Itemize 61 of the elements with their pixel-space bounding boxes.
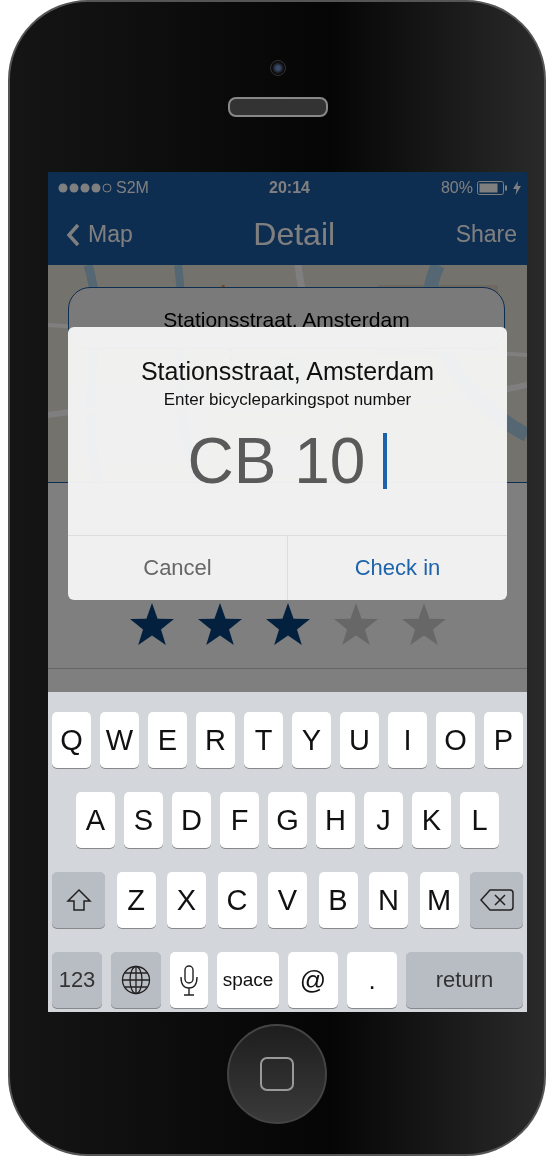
page-title: Detail <box>253 216 336 253</box>
letter-key[interactable]: O <box>436 712 475 768</box>
letter-key[interactable]: I <box>388 712 427 768</box>
letter-key[interactable]: G <box>268 792 307 848</box>
dialog-message: Enter bicycleparkingspot number <box>163 390 412 410</box>
symbol-key[interactable]: @ <box>288 952 338 1008</box>
filled-star-icon <box>128 602 175 646</box>
symbol-key[interactable]: . <box>347 952 397 1008</box>
chevron-left-icon <box>66 222 80 247</box>
letter-key[interactable]: H <box>316 792 355 848</box>
shift-arrow-icon <box>65 888 92 912</box>
status-time: 20:14 <box>269 179 310 197</box>
letter-key[interactable]: B <box>318 872 358 928</box>
delete-key[interactable] <box>470 872 523 928</box>
letter-key[interactable]: F <box>220 792 259 848</box>
letter-key[interactable]: E <box>148 712 187 768</box>
delete-icon <box>479 888 514 912</box>
globe-key[interactable] <box>111 952 161 1008</box>
cancel-button[interactable]: Cancel <box>68 536 288 600</box>
letter-key[interactable]: V <box>268 872 307 928</box>
charging-icon <box>513 181 521 195</box>
empty-star-icon <box>332 602 379 646</box>
numbers-key[interactable]: 123 <box>52 952 102 1008</box>
letter-key[interactable]: S <box>124 792 163 848</box>
battery-percent: 80% <box>440 179 473 197</box>
shift-key[interactable] <box>52 872 105 928</box>
letter-key[interactable]: P <box>484 712 523 768</box>
camera-icon <box>270 60 286 76</box>
letter-key[interactable]: X <box>167 872 206 928</box>
microphone-icon <box>180 964 198 996</box>
filled-star-icon <box>264 602 311 646</box>
empty-star-icon <box>400 602 447 646</box>
location-title: Stationsstraat, Amsterdam <box>163 308 410 333</box>
carrier-name: S2M <box>116 179 149 197</box>
letter-key[interactable]: Y <box>292 712 331 768</box>
text-cursor <box>383 433 388 489</box>
letter-key[interactable]: D <box>172 792 211 848</box>
letter-key[interactable]: A <box>76 792 115 848</box>
signal-icon <box>58 183 112 193</box>
letter-key[interactable]: K <box>412 792 451 848</box>
letter-key[interactable]: C <box>217 872 257 928</box>
letter-key[interactable]: T <box>244 712 283 768</box>
microphone-key[interactable] <box>170 952 208 1008</box>
letter-key[interactable]: W <box>100 712 139 768</box>
letter-key[interactable]: U <box>340 712 379 768</box>
letter-key[interactable]: Z <box>116 872 156 928</box>
check-in-button[interactable]: Check in <box>288 536 507 600</box>
battery-icon <box>477 181 509 195</box>
letter-key[interactable]: Q <box>52 712 91 768</box>
letter-key[interactable]: L <box>460 792 499 848</box>
letter-key[interactable]: M <box>419 872 459 928</box>
space-key[interactable]: space <box>217 952 279 1008</box>
input-field[interactable]: CB 10 <box>181 424 394 498</box>
letter-key[interactable]: R <box>196 712 235 768</box>
letter-key[interactable]: N <box>369 872 408 928</box>
return-key[interactable]: return <box>406 952 523 1008</box>
speaker-icon <box>228 97 328 117</box>
dialog-title: Stationsstraat, Amsterdam <box>140 357 435 386</box>
globe-icon <box>121 965 151 995</box>
filled-star-icon <box>196 602 243 646</box>
letter-key[interactable]: J <box>364 792 403 848</box>
